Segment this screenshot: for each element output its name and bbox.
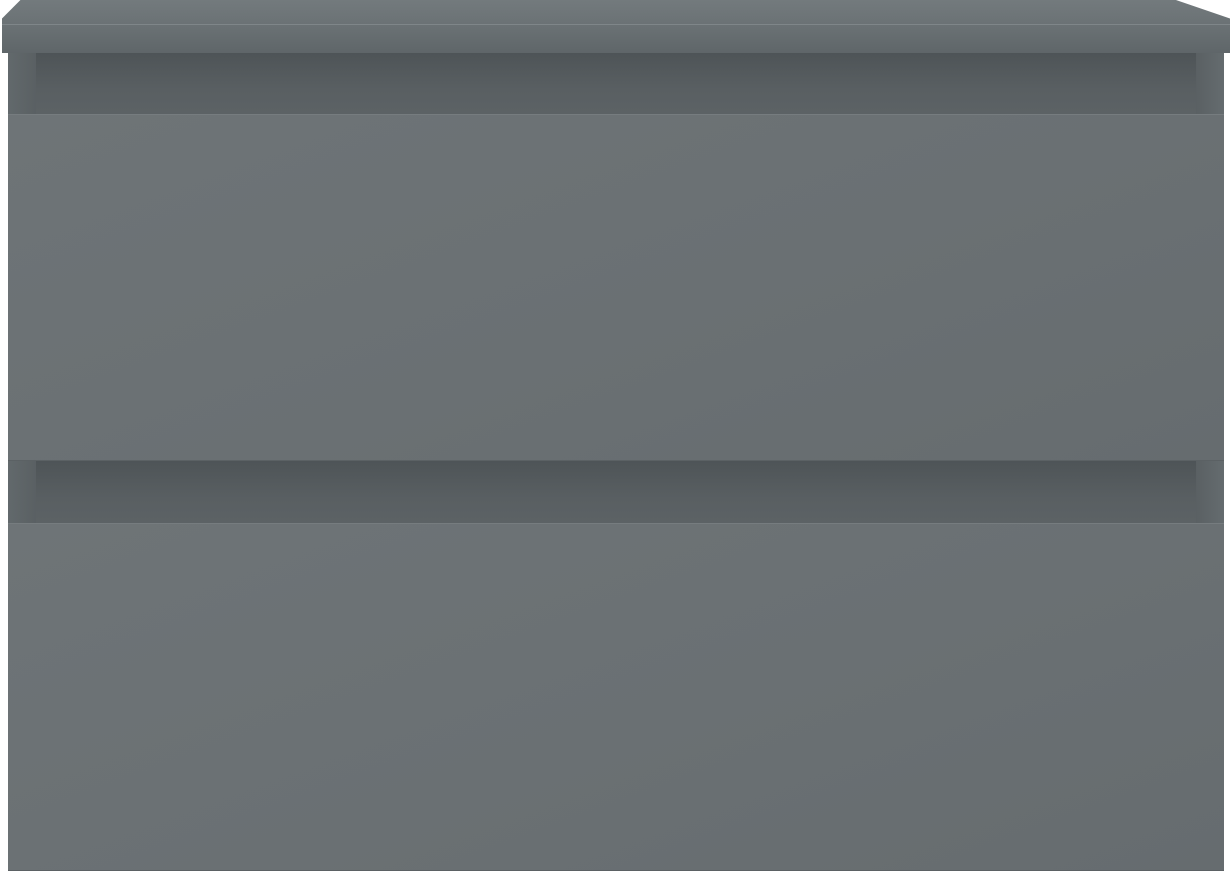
vanity-cabinet: [0, 0, 1232, 873]
lower-drawer-front: [8, 523, 1224, 871]
countertop-edge: [2, 24, 1230, 25]
upper-handle-recess: [36, 53, 1196, 114]
upper-drawer-front: [8, 114, 1224, 461]
lower-handle-recess: [36, 461, 1196, 523]
countertop: [2, 0, 1230, 53]
